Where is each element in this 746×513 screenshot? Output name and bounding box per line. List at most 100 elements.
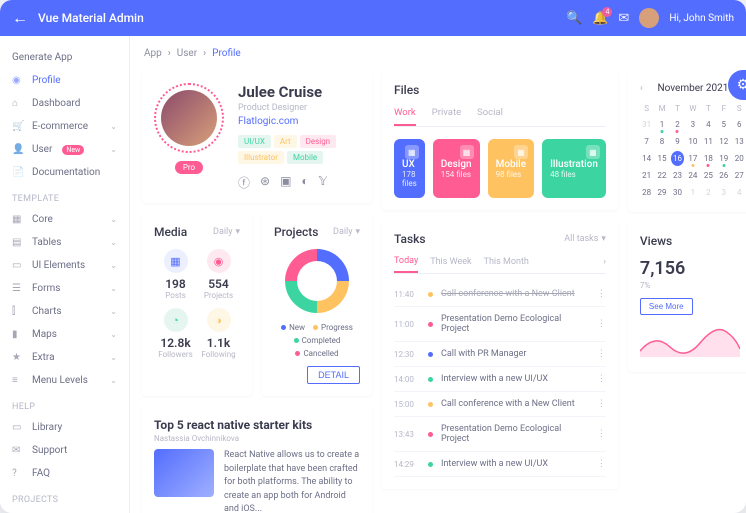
cal-day[interactable]: 24 bbox=[686, 168, 699, 183]
cal-day[interactable]: 6 bbox=[732, 117, 745, 132]
projects-select[interactable]: Daily ▾ bbox=[333, 227, 360, 237]
folder-mobile[interactable]: ▦Mobile98 files bbox=[488, 139, 535, 198]
sidebar-icon: ▭ bbox=[12, 422, 24, 433]
bell-icon[interactable]: 🔔4 bbox=[592, 11, 608, 26]
sidebar-item-documentation[interactable]: 📄Documentation bbox=[0, 161, 129, 184]
sidebar-item-charts[interactable]: ⫿Charts⌄ bbox=[0, 300, 129, 323]
instagram-icon[interactable]: ▣ bbox=[280, 174, 291, 191]
task-menu-icon[interactable]: ⋮ bbox=[597, 429, 606, 439]
cal-day[interactable]: 21 bbox=[640, 168, 653, 183]
sidebar-label: Tables bbox=[32, 237, 61, 248]
cal-day[interactable]: 14 bbox=[640, 151, 653, 166]
cal-day[interactable]: 31 bbox=[640, 117, 653, 132]
tasks-tab-today[interactable]: Today bbox=[394, 256, 418, 273]
task-menu-icon[interactable]: ⋮ bbox=[597, 459, 606, 469]
tag-ui/ux: UI/UX bbox=[238, 135, 271, 148]
cal-day[interactable]: 12 bbox=[717, 134, 730, 149]
cal-day[interactable]: 1 bbox=[686, 185, 699, 200]
folder-illustration[interactable]: ▦Illustration48 files bbox=[542, 139, 606, 198]
crumb-app[interactable]: App bbox=[144, 48, 162, 59]
see-more-button[interactable]: See More bbox=[640, 298, 693, 315]
avatar[interactable] bbox=[639, 8, 659, 28]
cal-day[interactable]: 4 bbox=[702, 117, 715, 132]
profile-link[interactable]: Flatlogic.com bbox=[238, 116, 360, 127]
twitter-icon[interactable]: 𝕐 bbox=[319, 174, 327, 191]
files-title: Files bbox=[394, 83, 419, 97]
sidebar-item-user[interactable]: 👤UserNew⌄ bbox=[0, 138, 129, 161]
cal-day[interactable]: 18 bbox=[702, 151, 715, 166]
detail-button[interactable]: DETAIL bbox=[307, 366, 360, 384]
tasks-tab-this-month[interactable]: This Month bbox=[484, 257, 529, 272]
cal-day[interactable]: 2 bbox=[671, 117, 684, 132]
crumb-user[interactable]: User bbox=[177, 48, 197, 59]
cal-day[interactable]: 22 bbox=[655, 168, 668, 183]
files-tab-social[interactable]: Social bbox=[477, 107, 503, 126]
top5-title: Top 5 react native starter kits bbox=[154, 418, 360, 432]
sidebar-item-library[interactable]: ▭Library bbox=[0, 416, 129, 439]
task-menu-icon[interactable]: ⋮ bbox=[597, 374, 606, 384]
cal-day[interactable]: 3 bbox=[717, 185, 730, 200]
search-icon[interactable]: 🔍 bbox=[566, 11, 582, 26]
sidebar-item-support[interactable]: ✉Support bbox=[0, 439, 129, 462]
media-stat: ◑1.1kFollowing bbox=[197, 308, 240, 359]
dribbble-icon[interactable]: ⊛ bbox=[260, 174, 270, 191]
task-menu-icon[interactable]: ⋮ bbox=[597, 399, 606, 409]
chevron-down-icon: ⌄ bbox=[110, 261, 117, 270]
tasks-tab-this-week[interactable]: This Week bbox=[430, 257, 471, 272]
folder-design[interactable]: ▦Design154 files bbox=[433, 139, 480, 198]
sidebar-item-e-commerce[interactable]: 🛒E-commerce⌄ bbox=[0, 115, 129, 138]
cal-day[interactable]: 5 bbox=[717, 117, 730, 132]
sidebar-item-ui-elements[interactable]: ▭UI Elements⌄ bbox=[0, 254, 129, 277]
task-menu-icon[interactable]: ⋮ bbox=[597, 349, 606, 359]
cal-day[interactable]: 9 bbox=[671, 134, 684, 149]
sidebar-item-extra[interactable]: ★Extra⌄ bbox=[0, 346, 129, 369]
cal-day[interactable]: 8 bbox=[655, 134, 668, 149]
sidebar-icon: ✉ bbox=[12, 445, 24, 456]
media-select[interactable]: Daily ▾ bbox=[213, 227, 240, 237]
cal-day[interactable]: 20 bbox=[732, 151, 745, 166]
cal-month: November 2021 bbox=[657, 83, 728, 94]
cal-day[interactable]: 3 bbox=[686, 117, 699, 132]
cal-day[interactable]: 25 bbox=[702, 168, 715, 183]
cal-day[interactable]: 17 bbox=[686, 151, 699, 166]
facebook-icon[interactable]: ⓕ bbox=[238, 174, 250, 191]
cal-prev-icon[interactable]: ‹ bbox=[640, 83, 643, 94]
cal-day[interactable]: 13 bbox=[732, 134, 745, 149]
cal-day[interactable]: 1 bbox=[655, 117, 668, 132]
cal-day[interactable]: 15 bbox=[655, 151, 668, 166]
cal-day[interactable]: 19 bbox=[717, 151, 730, 166]
tasks-select[interactable]: All tasks ▾ bbox=[564, 234, 606, 244]
cal-day[interactable]: 23 bbox=[671, 168, 684, 183]
sidebar-item-menu-levels[interactable]: ≡Menu Levels⌄ bbox=[0, 369, 129, 392]
sidebar-item-maps[interactable]: ▮Maps⌄ bbox=[0, 323, 129, 346]
cal-day[interactable]: 2 bbox=[702, 185, 715, 200]
github-icon[interactable]: ◐ bbox=[301, 174, 308, 191]
sidebar-icon: ☰ bbox=[12, 283, 24, 294]
cal-day[interactable]: 30 bbox=[671, 185, 684, 200]
files-tab-work[interactable]: Work bbox=[394, 107, 416, 126]
task-menu-icon[interactable]: ⋮ bbox=[597, 289, 606, 299]
cal-day-header: S bbox=[640, 102, 653, 115]
sidebar-item-tables[interactable]: ▤Tables⌄ bbox=[0, 231, 129, 254]
back-icon[interactable]: ← bbox=[12, 8, 28, 28]
cal-day[interactable]: 11 bbox=[702, 134, 715, 149]
cal-day[interactable]: 29 bbox=[655, 185, 668, 200]
cal-day[interactable]: 4 bbox=[732, 185, 745, 200]
sidebar-item-dashboard[interactable]: ⌂Dashboard bbox=[0, 92, 129, 115]
sidebar-item-faq[interactable]: ?FAQ bbox=[0, 462, 129, 485]
cal-day[interactable]: 16 bbox=[671, 151, 684, 166]
user-greeting: Hi, John Smith bbox=[669, 13, 734, 24]
cal-day[interactable]: 28 bbox=[640, 185, 653, 200]
task-menu-icon[interactable]: ⋮ bbox=[597, 319, 606, 329]
cal-day[interactable]: 10 bbox=[686, 134, 699, 149]
cal-day[interactable]: 26 bbox=[717, 168, 730, 183]
sidebar-item-profile[interactable]: ◉Profile bbox=[0, 69, 129, 92]
folder-ux[interactable]: ▦UX178 files bbox=[394, 139, 425, 198]
cal-day[interactable]: 7 bbox=[640, 134, 653, 149]
cal-day[interactable]: 27 bbox=[732, 168, 745, 183]
mail-icon[interactable]: ✉ bbox=[618, 11, 629, 26]
tasks-next-icon[interactable]: › bbox=[603, 257, 606, 272]
sidebar-item-core[interactable]: ▦Core⌄ bbox=[0, 208, 129, 231]
files-tab-private[interactable]: Private bbox=[432, 107, 461, 126]
sidebar-item-forms[interactable]: ☰Forms⌄ bbox=[0, 277, 129, 300]
